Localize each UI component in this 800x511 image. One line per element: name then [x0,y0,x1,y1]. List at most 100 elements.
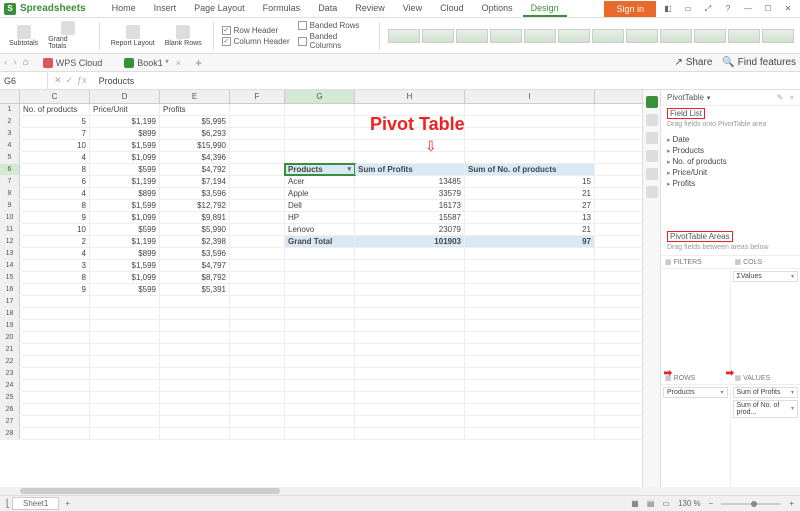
row-header[interactable]: 1 [0,104,20,115]
cell[interactable]: $599 [90,224,160,235]
maximize-icon[interactable]: ☐ [760,2,776,16]
tab-nav-right-icon[interactable]: › [13,57,16,68]
cell[interactable] [90,368,160,379]
cell[interactable] [285,344,355,355]
cell[interactable]: 4 [20,248,90,259]
cell[interactable] [285,104,355,115]
cell[interactable] [20,296,90,307]
reportlayout-button[interactable]: Report Layout [108,25,158,47]
cell[interactable]: 101903 [355,236,465,247]
cell[interactable] [465,248,595,259]
row-header[interactable]: 22 [0,356,20,367]
cell[interactable] [230,248,285,259]
add-sheet-button[interactable]: + [61,499,74,508]
cell[interactable] [355,416,465,427]
row-header[interactable]: 14 [0,260,20,271]
cell[interactable] [230,416,285,427]
cell[interactable] [355,116,465,127]
cell[interactable] [230,320,285,331]
view-normal-icon[interactable]: ▦ [631,499,639,508]
cell[interactable] [230,200,285,211]
cell[interactable]: Acer [285,176,355,187]
cell[interactable] [20,344,90,355]
cell[interactable] [355,140,465,151]
tab-book1[interactable]: Book1 *× [116,56,189,70]
cell[interactable] [355,308,465,319]
cell[interactable]: $4,396 [160,152,230,163]
cell[interactable] [230,236,285,247]
cell[interactable] [230,272,285,283]
cell[interactable] [285,380,355,391]
cell[interactable] [465,392,595,403]
cell[interactable] [465,140,595,151]
cell[interactable]: $1,199 [90,176,160,187]
cell[interactable]: 33579 [355,188,465,199]
row-header[interactable]: 3 [0,128,20,139]
row-header[interactable]: 28 [0,428,20,439]
formula-bar[interactable]: Products [93,76,800,86]
cell[interactable]: $1,099 [90,152,160,163]
cell[interactable]: $8,792 [160,272,230,283]
cell[interactable] [285,356,355,367]
row-header[interactable]: 13 [0,248,20,259]
menu-tab-cloud[interactable]: Cloud [432,1,472,17]
view-page-icon[interactable]: ▤ [647,499,655,508]
cell[interactable] [465,320,595,331]
cell[interactable] [285,332,355,343]
cell[interactable] [285,416,355,427]
cell[interactable]: 9 [20,284,90,295]
menu-tab-page-layout[interactable]: Page Layout [186,1,253,17]
cell[interactable] [465,272,595,283]
row-header[interactable]: 19 [0,320,20,331]
cell[interactable]: Grand Total [285,236,355,247]
cell[interactable] [90,380,160,391]
cell[interactable] [230,428,285,439]
cell[interactable] [285,152,355,163]
menu-tab-design[interactable]: Design [523,1,567,17]
cell[interactable] [230,260,285,271]
cell[interactable]: $1,199 [90,236,160,247]
cell[interactable] [160,296,230,307]
cell[interactable] [230,152,285,163]
cell[interactable]: $9,891 [160,212,230,223]
cell[interactable] [160,368,230,379]
cell[interactable] [90,404,160,415]
cell[interactable] [20,380,90,391]
cell[interactable] [465,416,595,427]
cell[interactable]: 13 [465,212,595,223]
row-header[interactable]: 15 [0,272,20,283]
cell[interactable]: No. of products [20,104,90,115]
cell[interactable]: 7 [20,128,90,139]
cell[interactable]: 21 [465,188,595,199]
cell[interactable] [230,308,285,319]
banded-cols-checkbox[interactable] [298,37,307,46]
select-all-corner[interactable] [0,90,20,103]
cell[interactable] [20,392,90,403]
sheet-tab[interactable]: Sheet1 [12,497,59,510]
cell[interactable]: Lenovo [285,224,355,235]
cell[interactable]: Apple [285,188,355,199]
cell[interactable] [160,428,230,439]
cell[interactable] [285,140,355,151]
cell[interactable]: Profits [160,104,230,115]
cell[interactable] [355,392,465,403]
col-header[interactable]: H [355,90,465,103]
cell[interactable] [230,128,285,139]
cell[interactable]: Dell [285,200,355,211]
zoom-value[interactable]: 130 % [678,499,701,508]
cell[interactable]: $5,391 [160,284,230,295]
banded-rows-checkbox[interactable] [298,21,307,30]
cell[interactable] [20,332,90,343]
cell[interactable] [90,356,160,367]
cell[interactable]: $599 [90,284,160,295]
cell[interactable]: 4 [20,152,90,163]
cell[interactable] [465,356,595,367]
cell[interactable]: Sum of Profits [355,164,465,175]
cell[interactable] [90,332,160,343]
row-header[interactable]: 25 [0,392,20,403]
menu-tab-formulas[interactable]: Formulas [255,1,309,17]
tab-home-icon[interactable]: ⌂ [23,57,29,68]
cell[interactable] [285,128,355,139]
cell[interactable] [465,128,595,139]
menu-tab-review[interactable]: Review [347,1,393,17]
